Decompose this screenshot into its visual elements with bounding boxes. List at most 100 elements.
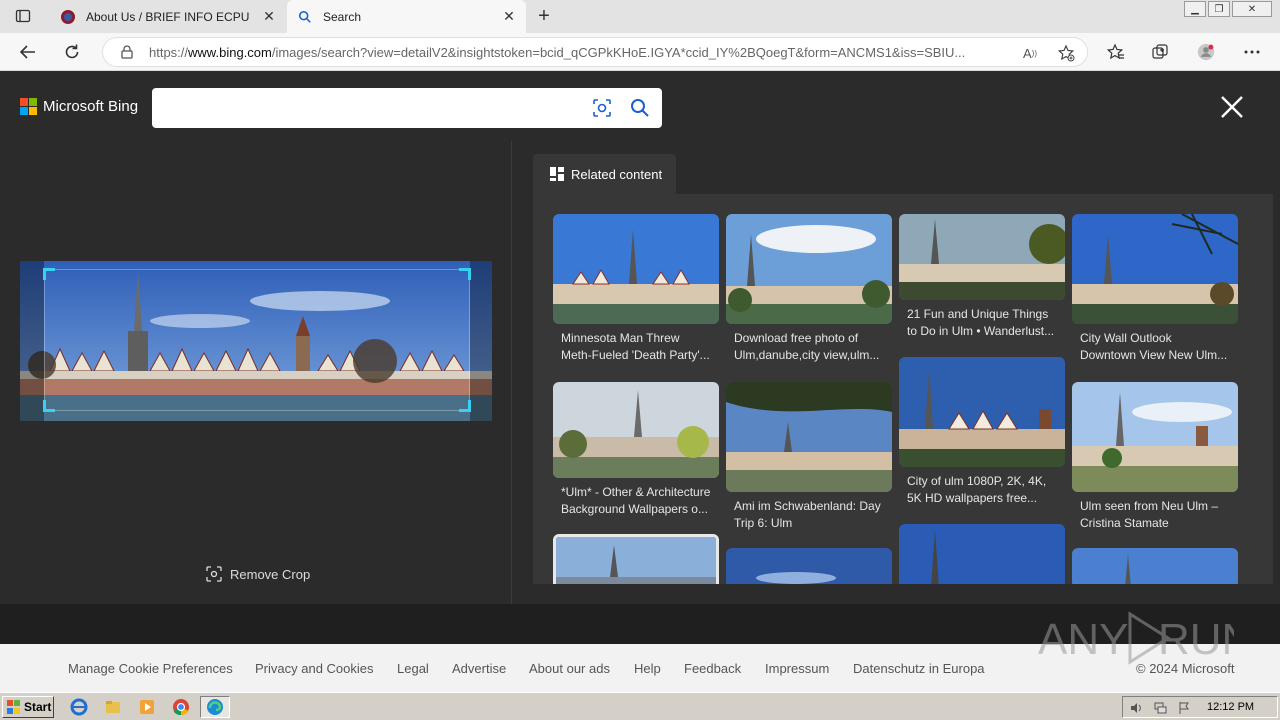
related-card[interactable]: City Wall Outlook Downtown View New Ulm.… xyxy=(1072,214,1238,364)
related-card[interactable]: 21 Fun and Unique Things to Do in Ulm • … xyxy=(899,214,1065,340)
back-arrow-icon xyxy=(19,45,35,59)
back-button[interactable] xyxy=(14,39,42,65)
tab-actions-button[interactable] xyxy=(8,4,38,28)
related-card[interactable] xyxy=(553,534,719,584)
related-thumbnail xyxy=(1072,214,1238,324)
related-card[interactable]: Ulm seen from Neu Ulm – Cristina Stamate xyxy=(1072,382,1238,532)
related-caption: *Ulm* - Other & Architecture Background … xyxy=(561,485,711,516)
related-content-pane: Related content Minnesota Man Threw Meth… xyxy=(513,141,1280,604)
related-caption: Minnesota Man Threw Meth-Fueled 'Death P… xyxy=(561,331,710,362)
related-thumbnail xyxy=(553,534,719,584)
url-path: /images/search?view=detailV2&insightstok… xyxy=(271,44,966,60)
related-thumbnail xyxy=(726,548,892,584)
close-tab-icon[interactable]: ✕ xyxy=(258,6,280,28)
footer-link-impressum[interactable]: Impressum xyxy=(765,661,829,676)
crop-handle-bottom-right[interactable] xyxy=(459,400,471,412)
related-card[interactable]: Download free photo of Ulm,danube,city v… xyxy=(726,214,892,364)
related-card[interactable]: Minnesota Man Threw Meth-Fueled 'Death P… xyxy=(553,214,719,364)
remove-crop-label: Remove Crop xyxy=(230,566,311,582)
file-explorer-icon[interactable] xyxy=(102,697,124,717)
close-window-button[interactable]: ✕ xyxy=(1232,1,1272,17)
read-aloud-icon[interactable]: A)) xyxy=(1021,44,1039,62)
collections-button[interactable] xyxy=(1146,39,1174,65)
footer-link-about-ads[interactable]: About our ads xyxy=(529,661,610,676)
edge-taskbar-button[interactable] xyxy=(200,696,230,718)
refresh-button[interactable] xyxy=(58,39,86,65)
tab-title: Search xyxy=(323,9,362,24)
network-icon[interactable] xyxy=(1153,701,1167,715)
browser-tab-strip: About Us / BRIEF INFO ECPU ✕ Search ✕ + … xyxy=(0,0,1280,33)
new-tab-button[interactable]: + xyxy=(532,4,556,28)
tab-actions-icon xyxy=(15,9,31,23)
lock-icon xyxy=(121,45,133,59)
windows-taskbar: Start 12:12 PM xyxy=(0,692,1280,720)
related-card[interactable]: City of ulm 1080P, 2K, 4K, 5K HD wallpap… xyxy=(899,357,1065,507)
search-icon[interactable] xyxy=(630,98,650,118)
related-card[interactable]: Ami im Schwabenland: Day Trip 6: Ulm xyxy=(726,382,892,532)
footer-link-cookie-preferences[interactable]: Manage Cookie Preferences xyxy=(68,661,233,676)
more-menu-button[interactable] xyxy=(1238,39,1266,65)
media-player-icon[interactable] xyxy=(136,697,158,717)
clock: 12:12 PM xyxy=(1207,701,1255,713)
action-center-flag-icon[interactable] xyxy=(1177,701,1191,715)
related-card[interactable] xyxy=(1072,548,1238,584)
related-grid: Minnesota Man Threw Meth-Fueled 'Death P… xyxy=(533,194,1273,584)
favorites-star-icon xyxy=(1107,43,1124,60)
bing-logo[interactable]: Microsoft Bing xyxy=(20,98,138,115)
profile-button[interactable] xyxy=(1192,39,1220,65)
internet-explorer-icon[interactable] xyxy=(68,697,90,717)
edge-icon xyxy=(207,699,223,715)
microsoft-logo-icon xyxy=(20,98,37,115)
chrome-icon[interactable] xyxy=(170,697,192,717)
related-card[interactable] xyxy=(899,524,1065,584)
search-input[interactable] xyxy=(152,88,662,128)
tab-related-content[interactable]: Related content xyxy=(533,154,676,194)
footer-link-legal[interactable]: Legal xyxy=(397,661,429,676)
remove-crop-button[interactable]: Remove Crop xyxy=(206,566,310,582)
minimize-button[interactable]: ▁ xyxy=(1184,1,1206,17)
close-tab-icon[interactable]: ✕ xyxy=(498,6,520,28)
site-favicon-icon xyxy=(60,9,76,25)
url-text: https://www.bing.com/images/search?view=… xyxy=(149,45,1011,60)
bing-logo-text: Microsoft Bing xyxy=(43,98,139,115)
visual-search-icon[interactable] xyxy=(592,98,612,118)
crop-handle-bottom-left[interactable] xyxy=(43,400,55,412)
volume-icon[interactable] xyxy=(1129,701,1143,715)
tab-title: About Us / BRIEF INFO ECPU xyxy=(86,9,250,24)
address-bar[interactable]: https://www.bing.com/images/search?view=… xyxy=(102,37,1088,67)
related-card[interactable]: *Ulm* - Other & Architecture Background … xyxy=(553,382,719,518)
restore-button[interactable]: ❐ xyxy=(1208,1,1230,17)
tab-about-us[interactable]: About Us / BRIEF INFO ECPU ✕ xyxy=(50,0,286,33)
footer-link-help[interactable]: Help xyxy=(634,661,661,676)
favorites-button[interactable] xyxy=(1102,39,1130,65)
footer-link-feedback[interactable]: Feedback xyxy=(684,661,741,676)
crop-frame[interactable] xyxy=(43,268,471,412)
avatar xyxy=(1197,43,1215,61)
footer-link-datenschutz[interactable]: Datenschutz in Europa xyxy=(853,661,985,676)
crop-icon xyxy=(206,566,222,582)
start-label: Start xyxy=(24,700,52,714)
crop-handle-top-left[interactable] xyxy=(43,268,55,280)
related-thumbnail xyxy=(726,214,892,324)
cropped-image-preview[interactable] xyxy=(20,261,492,421)
add-favorite-icon[interactable] xyxy=(1057,44,1075,62)
related-thumbnail xyxy=(553,382,719,478)
related-caption: Download free photo of Ulm,danube,city v… xyxy=(734,331,880,362)
watermark-text-left: ANY xyxy=(1038,615,1128,664)
more-dots-icon xyxy=(1244,50,1260,54)
windows-flag-icon xyxy=(7,700,21,714)
start-button[interactable]: Start xyxy=(2,696,54,718)
related-caption: 21 Fun and Unique Things to Do in Ulm • … xyxy=(907,307,1055,338)
crop-handle-top-right[interactable] xyxy=(459,268,471,280)
system-tray: 12:12 PM xyxy=(1122,696,1278,718)
tab-search[interactable]: Search ✕ xyxy=(287,0,526,33)
footer-link-advertise[interactable]: Advertise xyxy=(452,661,506,676)
related-caption: Ulm seen from Neu Ulm – Cristina Stamate xyxy=(1080,499,1219,530)
footer-link-privacy[interactable]: Privacy and Cookies xyxy=(255,661,374,676)
related-thumbnail xyxy=(899,524,1065,584)
related-card[interactable] xyxy=(726,548,892,584)
browser-toolbar: https://www.bing.com/images/search?view=… xyxy=(0,33,1280,71)
related-thumbnail xyxy=(553,214,719,324)
refresh-icon xyxy=(65,44,79,59)
close-icon[interactable] xyxy=(1218,93,1246,121)
